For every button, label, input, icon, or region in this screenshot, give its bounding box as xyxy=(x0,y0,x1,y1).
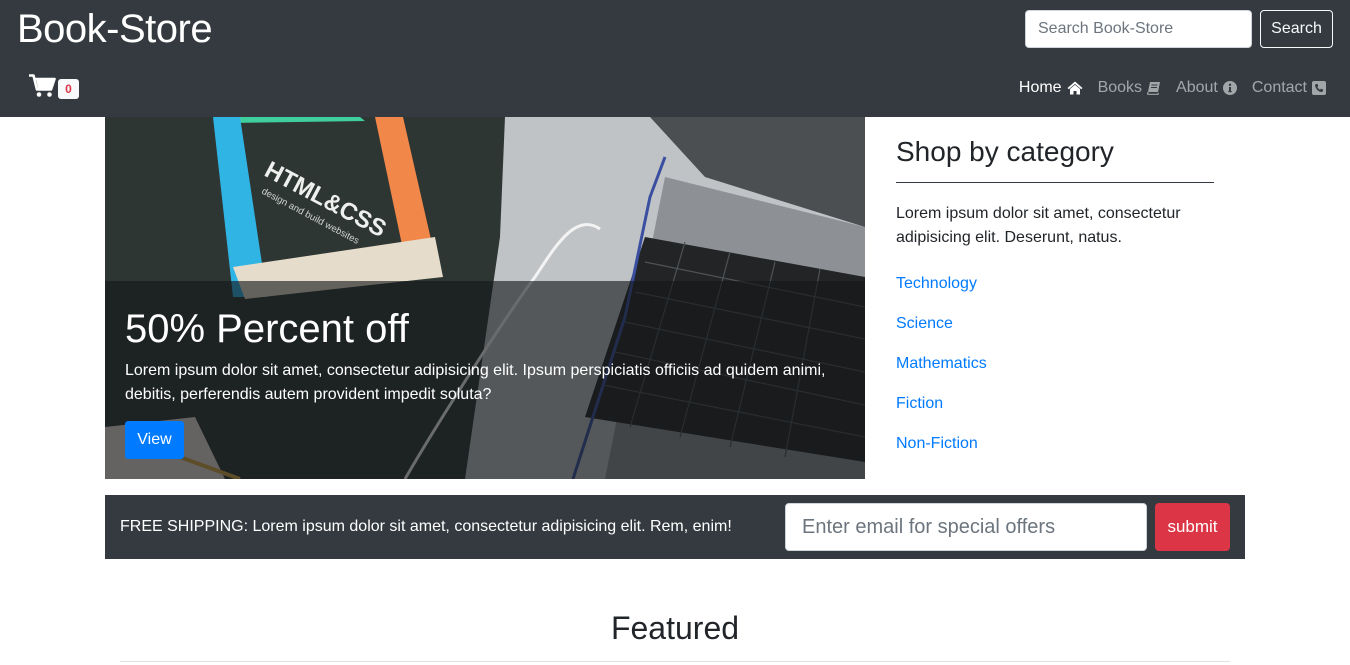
main-nav: Home Books About Contact xyxy=(1019,76,1326,100)
category-item: Mathematics xyxy=(896,344,1214,384)
nav-about-label: About xyxy=(1176,79,1218,96)
brand-logo[interactable]: Book-Store xyxy=(17,5,213,53)
featured-divider xyxy=(120,661,1230,662)
submit-button[interactable]: submit xyxy=(1155,503,1230,551)
phone-icon xyxy=(1312,81,1326,95)
email-field[interactable] xyxy=(785,503,1147,551)
nav-home[interactable]: Home xyxy=(1019,76,1083,100)
category-link-fiction[interactable]: Fiction xyxy=(896,395,943,412)
category-link-mathematics[interactable]: Mathematics xyxy=(896,355,987,372)
category-text: Lorem ipsum dolor sit amet, consectetur … xyxy=(896,205,1181,246)
category-divider xyxy=(896,182,1214,183)
hero-text: Lorem ipsum dolor sit amet, consectetur … xyxy=(125,362,826,403)
navbar: Book-Store Search 0 Home Books xyxy=(0,0,1350,117)
nav-books[interactable]: Books xyxy=(1098,76,1161,100)
search-input[interactable] xyxy=(1025,10,1252,48)
home-icon xyxy=(1067,81,1083,95)
search-button[interactable]: Search xyxy=(1260,10,1333,48)
info-circle-icon xyxy=(1222,81,1237,95)
nav-contact-label: Contact xyxy=(1251,79,1307,96)
cart-button[interactable]: 0 xyxy=(29,74,81,102)
nav-contact[interactable]: Contact xyxy=(1252,76,1326,100)
hero-caption: 50% Percent off Lorem ipsum dolor sit am… xyxy=(105,281,865,479)
category-title: Shop by category xyxy=(896,136,1114,167)
category-link-technology[interactable]: Technology xyxy=(896,275,977,292)
view-button[interactable]: View xyxy=(125,421,184,459)
shipping-bar: FREE SHIPPING: Lorem ipsum dolor sit ame… xyxy=(105,495,1245,559)
nav-about[interactable]: About xyxy=(1176,76,1237,100)
category-link-non-fiction[interactable]: Non-Fiction xyxy=(896,435,978,452)
hero-title: 50% Percent off xyxy=(125,307,409,351)
category-list: Technology Science Mathematics Fiction N… xyxy=(896,264,1214,464)
category-item: Non-Fiction xyxy=(896,424,1214,464)
hero-carousel: HTML&CSS design and build websites 50% P… xyxy=(105,117,865,479)
cart-count-badge: 0 xyxy=(58,79,79,99)
category-item: Technology xyxy=(896,264,1214,304)
category-item: Fiction xyxy=(896,384,1214,424)
category-link-science[interactable]: Science xyxy=(896,315,953,332)
nav-books-label: Books xyxy=(1097,79,1143,96)
featured-title: Featured xyxy=(610,610,740,646)
book-icon xyxy=(1147,82,1161,95)
shopping-cart-icon xyxy=(29,74,56,97)
category-sidebar: Shop by category Lorem ipsum dolor sit a… xyxy=(896,117,1214,464)
category-item: Science xyxy=(896,304,1214,344)
nav-home-label: Home xyxy=(1018,79,1062,96)
shipping-text: FREE SHIPPING: Lorem ipsum dolor sit ame… xyxy=(120,518,732,535)
